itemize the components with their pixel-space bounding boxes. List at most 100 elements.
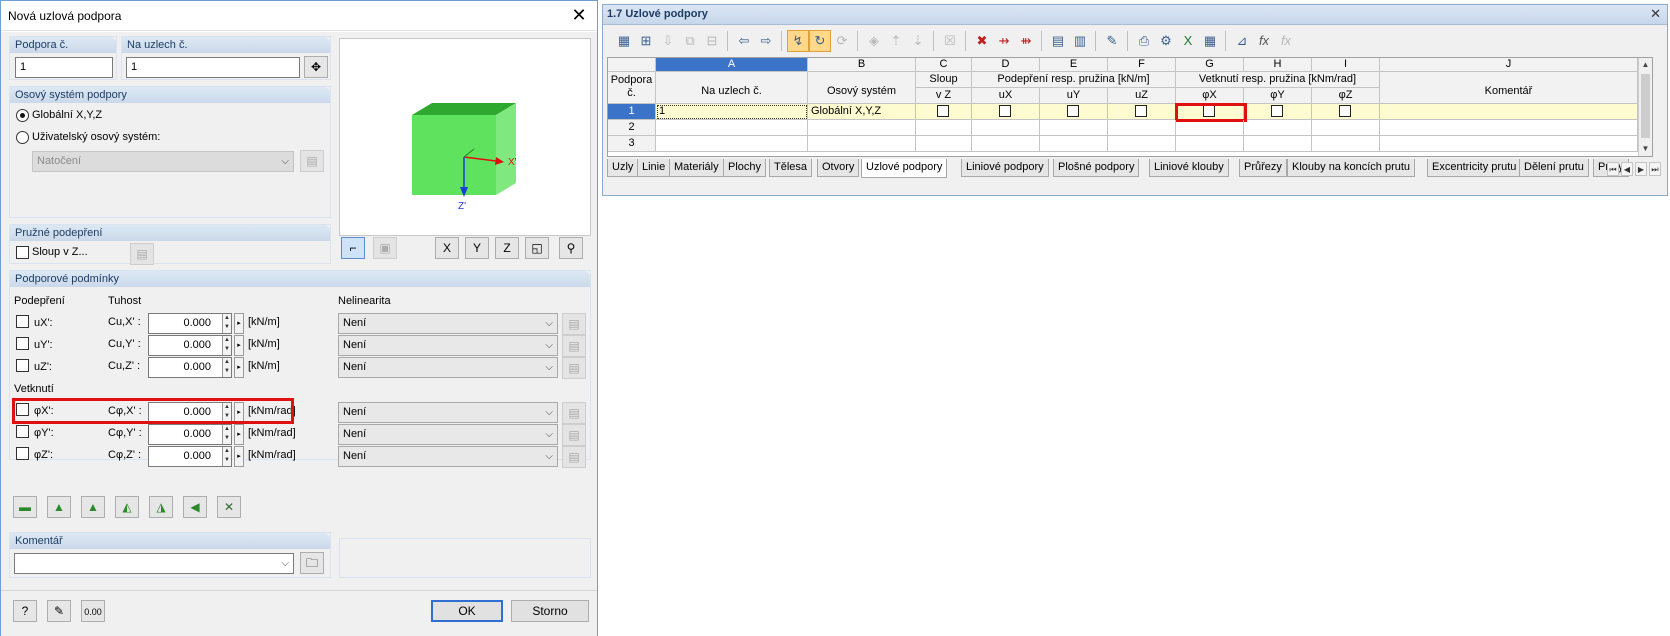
phix-nonlinearity-select[interactable]: Není ⌵: [338, 402, 558, 423]
support-no-input[interactable]: 1: [15, 57, 113, 78]
row-number[interactable]: 2: [608, 120, 656, 136]
spin-icon[interactable]: ▲ ▼: [222, 314, 231, 333]
units-button[interactable]: 0.00: [81, 600, 105, 622]
table-cell-axis[interactable]: [808, 120, 916, 136]
tab-member-end-hinges[interactable]: Klouby na koncích prutu: [1287, 159, 1416, 177]
first-tab-icon[interactable]: ⏮: [1607, 162, 1619, 176]
sort-down-tool[interactable]: ⇣: [907, 30, 929, 52]
pinned-support-button[interactable]: ▲: [81, 496, 105, 518]
comment-library-button[interactable]: 🗀: [300, 552, 324, 574]
cuy-input[interactable]: 0.000 ▲ ▼: [148, 335, 232, 356]
cphiz-input[interactable]: 0.000 ▲ ▼: [148, 446, 232, 467]
spin-icon[interactable]: ▲ ▼: [222, 425, 231, 444]
column-in-z-checkbox[interactable]: [16, 246, 29, 259]
column-letter-g[interactable]: G: [1176, 58, 1244, 72]
cuz-input[interactable]: 0.000 ▲ ▼: [148, 357, 232, 378]
column-letter-a[interactable]: A: [656, 58, 808, 72]
scroll-thumb[interactable]: [1641, 74, 1650, 138]
edit-axis-button[interactable]: ▤: [300, 150, 324, 172]
cuz-more-button[interactable]: ▸: [234, 357, 244, 378]
tab-surfaces[interactable]: Plochy: [723, 159, 767, 177]
next-tab-icon[interactable]: ▶: [1635, 162, 1647, 176]
previous-tool[interactable]: ⇦: [733, 30, 755, 52]
column-z-checkbox[interactable]: [937, 105, 949, 117]
sync-selection-tool[interactable]: ↯: [787, 30, 809, 52]
phiy-nonlinearity-edit-button[interactable]: ▤: [562, 424, 586, 446]
column-letter-j[interactable]: J: [1380, 58, 1638, 72]
table-cell-comment[interactable]: [1380, 104, 1638, 120]
sort-up-tool[interactable]: ⇡: [885, 30, 907, 52]
refresh-tool[interactable]: ⟳: [831, 30, 853, 52]
row-down-tool[interactable]: ⇩: [657, 30, 679, 52]
vertical-scrollbar[interactable]: ▲ ▼: [1638, 58, 1652, 156]
ok-button[interactable]: OK: [431, 600, 503, 622]
cux-more-button[interactable]: ▸: [234, 313, 244, 334]
tab-solids[interactable]: Tělesa: [769, 159, 813, 177]
cancel-button[interactable]: Storno: [511, 600, 589, 622]
tab-member-divisions[interactable]: Dělení prutu: [1519, 159, 1589, 177]
table-cell-uy[interactable]: [1040, 104, 1108, 120]
phiy-nonlinearity-select[interactable]: Není ⌵: [338, 424, 558, 445]
view-x-button[interactable]: X: [435, 237, 459, 259]
pick-node-button[interactable]: ✥: [304, 56, 328, 78]
view-y-button[interactable]: Y: [465, 237, 489, 259]
uy-table-checkbox[interactable]: [1067, 105, 1079, 117]
column-edit-button[interactable]: ▤: [130, 243, 154, 265]
row-number[interactable]: 1: [608, 104, 656, 120]
close-icon[interactable]: ✕: [1650, 6, 1661, 22]
table-cell-phz[interactable]: [1312, 104, 1380, 120]
settings-tool[interactable]: ⚙: [1155, 30, 1177, 52]
free-support-button[interactable]: ✕: [217, 496, 241, 518]
previous-tab-icon[interactable]: ◀: [1621, 162, 1633, 176]
delete-all-tool[interactable]: ✖: [971, 30, 993, 52]
next-tool[interactable]: ⇨: [755, 30, 777, 52]
edit-tool[interactable]: ✎: [1101, 30, 1123, 52]
uy-nonlinearity-edit-button[interactable]: ▤: [562, 335, 586, 357]
table-cell[interactable]: [1244, 136, 1312, 152]
table-cell-node[interactable]: 1: [656, 104, 808, 120]
uy-checkbox[interactable]: [16, 337, 29, 350]
table-cell[interactable]: [1312, 136, 1380, 152]
view-iso-button[interactable]: ◱: [525, 237, 549, 259]
ux-nonlinearity-select[interactable]: Není ⌵: [338, 313, 558, 334]
delete-cells-tool[interactable]: ⇻: [1015, 30, 1037, 52]
cphiy-input[interactable]: 0.000 ▲ ▼: [148, 424, 232, 445]
scroll-down-icon[interactable]: ▼: [1639, 142, 1652, 156]
close-icon[interactable]: ✕: [569, 5, 589, 25]
row-number[interactable]: 3: [608, 136, 656, 152]
table-cell-uz[interactable]: [1108, 104, 1176, 120]
tab-cross-sections[interactable]: Průřezy: [1239, 159, 1287, 177]
table-cell-node[interactable]: [656, 136, 808, 152]
table-cell[interactable]: [1040, 120, 1108, 136]
table-cell[interactable]: [1040, 136, 1108, 152]
phix-nonlinearity-edit-button[interactable]: ▤: [562, 402, 586, 424]
scroll-up-icon[interactable]: ▲: [1639, 58, 1652, 72]
table-cell[interactable]: [1108, 136, 1176, 152]
cux-input[interactable]: 0.000 ▲ ▼: [148, 313, 232, 334]
table-cell-column[interactable]: [916, 104, 972, 120]
excel-export-tool[interactable]: X: [1177, 30, 1199, 52]
tab-surface-supports[interactable]: Plošné podpory: [1053, 159, 1140, 177]
column-letter-b[interactable]: B: [808, 58, 916, 72]
table-cell[interactable]: [916, 136, 972, 152]
delete-row-tool[interactable]: ⊟: [701, 30, 723, 52]
filter-tool[interactable]: ⊿: [1231, 30, 1253, 52]
columns-tool[interactable]: ▥: [1069, 30, 1091, 52]
table-cell-phy[interactable]: [1244, 104, 1312, 120]
wall-support-button[interactable]: ◀: [183, 496, 207, 518]
spin-icon[interactable]: ▲ ▼: [222, 358, 231, 377]
table-cell[interactable]: [1108, 120, 1176, 136]
uz-table-checkbox[interactable]: [1135, 105, 1147, 117]
table-view-tool[interactable]: ▤: [1047, 30, 1069, 52]
sync-graphics-tool[interactable]: ↻: [809, 30, 831, 52]
uz-nonlinearity-select[interactable]: Není ⌵: [338, 357, 558, 378]
table-cell[interactable]: [1380, 136, 1638, 152]
user-axis-radio[interactable]: [16, 131, 29, 144]
table-cell[interactable]: [972, 136, 1040, 152]
print-tool[interactable]: ⎙: [1133, 30, 1155, 52]
ux-nonlinearity-edit-button[interactable]: ▤: [562, 313, 586, 335]
tab-materials[interactable]: Materiály: [669, 159, 724, 177]
delete-column-tool[interactable]: ⇸: [993, 30, 1015, 52]
copy-row-tool[interactable]: ⧉: [679, 30, 701, 52]
uz-checkbox[interactable]: [16, 359, 29, 372]
